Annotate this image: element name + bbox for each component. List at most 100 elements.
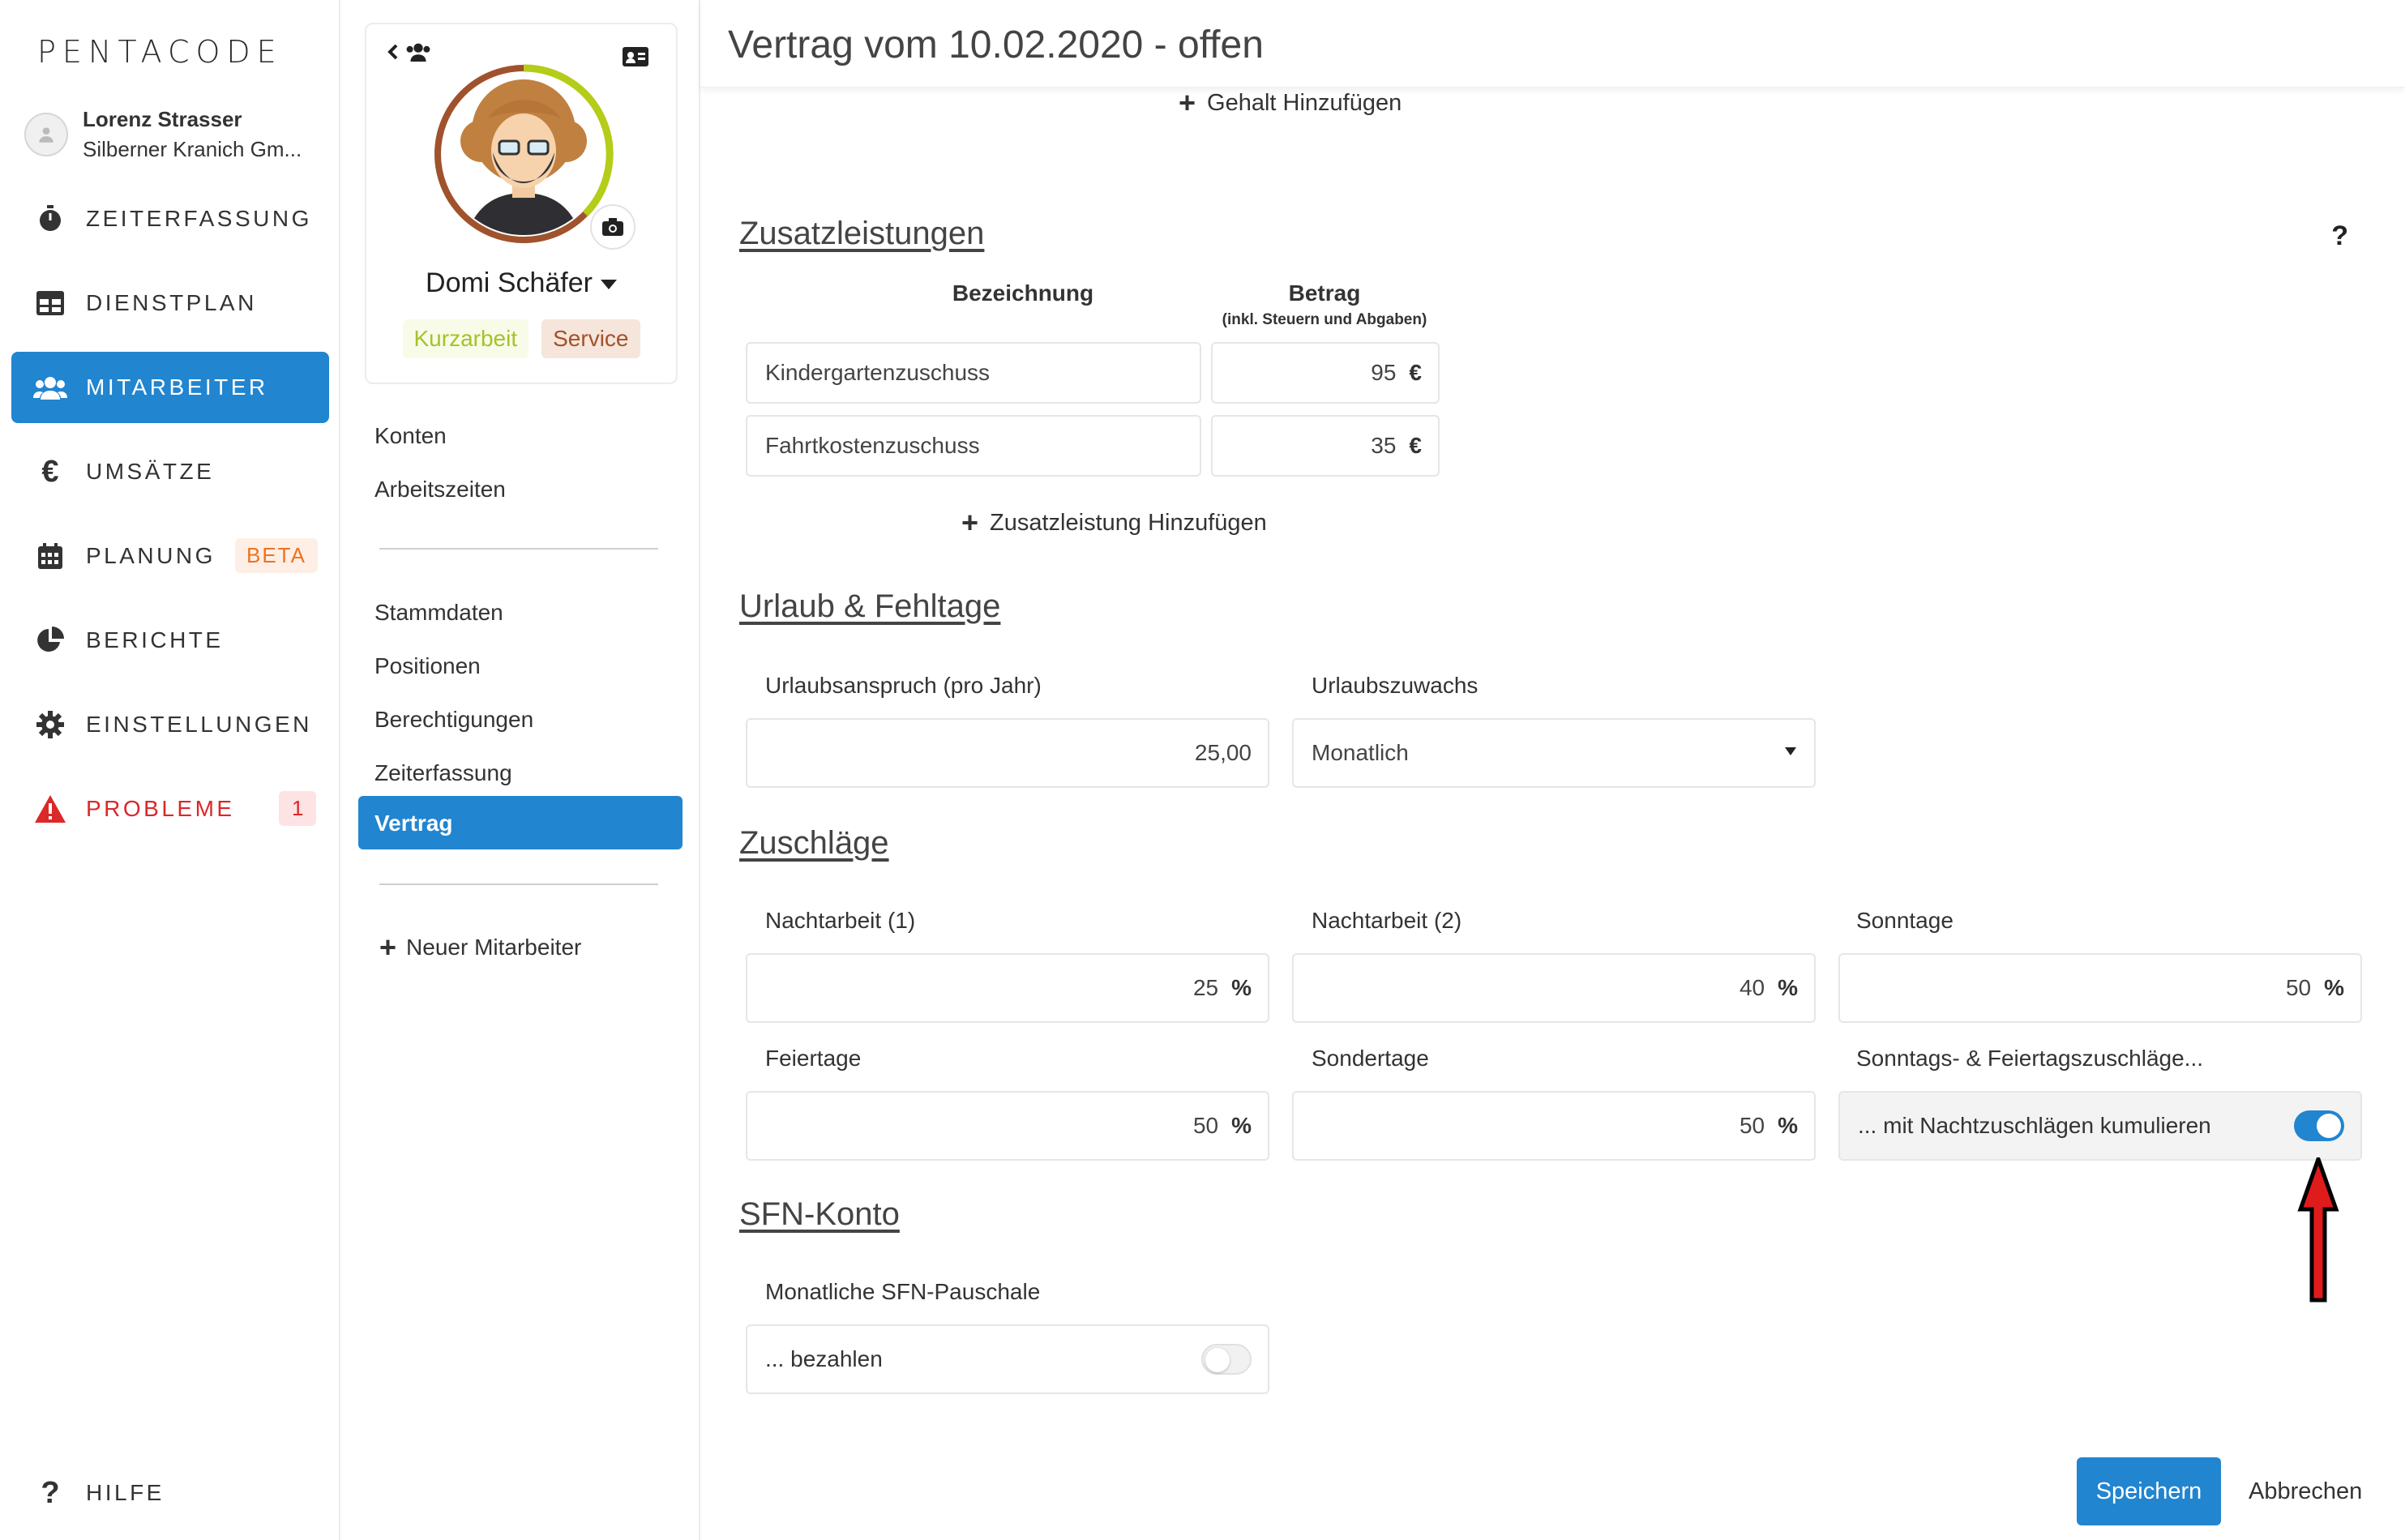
page-title: Vertrag vom 10.02.2020 - offen <box>728 24 1264 66</box>
warning-icon <box>26 795 75 823</box>
calendar-icon <box>26 543 75 569</box>
urlaubsanspruch-label: Urlaubsanspruch (pro Jahr) <box>765 673 1042 698</box>
plus-icon: + <box>379 930 397 964</box>
main-navigation: PENTACODE Lorenz Strasser Silberner Kran… <box>0 0 340 1540</box>
submenu-arbeitszeiten[interactable]: Arbeitszeiten <box>374 477 506 503</box>
new-employee-button[interactable]: + Neuer Mitarbeiter <box>379 930 581 965</box>
nachtarbeit2-label: Nachtarbeit (2) <box>1312 908 1462 933</box>
section-zusatzleistungen: Zusatzleistungen <box>739 216 985 251</box>
nav-label: ZEITERFASSUNG <box>86 206 312 231</box>
urlaubszuwachs-label: Urlaubszuwachs <box>1312 673 1479 698</box>
submenu-positionen[interactable]: Positionen <box>374 653 481 679</box>
submenu-konten[interactable]: Konten <box>374 423 447 449</box>
add-zusatzleistung-button[interactable]: + Zusatzleistung Hinzufügen <box>961 506 1267 540</box>
add-salary-button[interactable]: + Gehalt Hinzufügen <box>1179 86 1401 120</box>
divider <box>379 883 658 885</box>
nav-item-planung[interactable]: PLANUNG BETA <box>11 520 329 592</box>
save-button[interactable]: Speichern <box>2077 1457 2221 1525</box>
nav-item-mitarbeiter[interactable]: MITARBEITER <box>11 352 329 423</box>
employee-name-dropdown[interactable]: Domi Schäfer <box>366 267 676 299</box>
zusatz-amount-input[interactable]: 35 € <box>1211 415 1440 477</box>
percent-unit: % <box>2324 975 2344 1000</box>
users-icon <box>404 42 433 66</box>
header-bar: Vertrag vom 10.02.2020 - offen <box>700 0 2405 88</box>
help-button[interactable]: ? <box>2331 220 2348 252</box>
nav-item-dienstplan[interactable]: DIENSTPLAN <box>11 267 329 339</box>
nav-item-hilfe[interactable]: ? HILFE <box>11 1457 329 1529</box>
sonntage-label: Sonntage <box>1856 908 1954 933</box>
dropdown-arrow-icon <box>1785 747 1796 755</box>
plus-icon: + <box>1179 86 1196 119</box>
pie-chart-icon <box>26 627 75 654</box>
submenu-berechtigungen[interactable]: Berechtigungen <box>374 707 533 733</box>
app-logo[interactable]: PENTACODE <box>37 34 283 70</box>
beta-badge: BETA <box>235 538 318 573</box>
contract-form: + Gehalt Hinzufügen Vertrag vom 10.02.20… <box>700 0 2405 1540</box>
amount-value: 95 <box>1371 360 1397 385</box>
id-card-icon[interactable] <box>623 47 648 71</box>
select-value: Monatlich <box>1312 740 1409 765</box>
nachtarbeit1-input[interactable]: 25 % <box>746 953 1269 1023</box>
section-urlaub: Urlaub & Fehltage <box>739 588 1001 624</box>
add-zusatzleistung-label: Zusatzleistung Hinzufügen <box>990 509 1267 536</box>
current-user[interactable]: Lorenz Strasser Silberner Kranich Gm... <box>24 107 302 162</box>
nav-item-einstellungen[interactable]: EINSTELLUNGEN <box>11 689 329 760</box>
submenu-zeiterfassung[interactable]: Zeiterfassung <box>374 760 512 786</box>
nav-label: PROBLEME <box>86 796 235 821</box>
sfn-pauschale-label: Monatliche SFN-Pauschale <box>765 1279 1041 1304</box>
tag-service: Service <box>541 319 640 358</box>
submenu-stammdaten[interactable]: Stammdaten <box>374 600 503 626</box>
percent-value: 50 <box>1739 1113 1765 1138</box>
kumulieren-text: ... mit Nachtzuschlägen kumulieren <box>1858 1113 2211 1138</box>
column-header-betrag-note: (inkl. Steuern und Abgaben) <box>1222 311 1427 328</box>
percent-value: 25 <box>1192 975 1219 1000</box>
sondertage-input[interactable]: 50 % <box>1292 1091 1816 1161</box>
column-header-bezeichnung: Bezeichnung <box>952 280 1094 306</box>
employee-card: Domi Schäfer Kurzarbeit Service <box>365 23 678 384</box>
feiertage-label: Feiertage <box>765 1046 862 1071</box>
nav-item-umsaetze[interactable]: € UMSÄTZE <box>11 436 329 507</box>
nav-item-berichte[interactable]: BERICHTE <box>11 605 329 676</box>
kumulieren-toggle[interactable] <box>2294 1110 2344 1141</box>
zusatz-name-input[interactable]: Fahrtkostenzuschuss <box>746 415 1201 477</box>
gear-icon <box>26 711 75 738</box>
stopwatch-icon <box>26 205 75 233</box>
feiertage-input[interactable]: 50 % <box>746 1091 1269 1161</box>
nav-item-probleme[interactable]: PROBLEME 1 <box>11 773 329 845</box>
submenu-vertrag[interactable]: Vertrag <box>358 796 683 849</box>
euro-unit: € <box>1409 433 1422 458</box>
urlaubszuwachs-select[interactable]: Monatlich <box>1292 718 1816 788</box>
euro-icon: € <box>41 454 59 489</box>
sonntage-input[interactable]: 50 % <box>1838 953 2362 1023</box>
caret-down-icon <box>600 280 617 290</box>
camera-icon[interactable] <box>590 204 635 250</box>
percent-unit: % <box>1778 1113 1798 1138</box>
employee-tags: Kurzarbeit Service <box>366 319 676 358</box>
user-name: Lorenz Strasser <box>83 107 242 131</box>
zusatz-name-input[interactable]: Kindergartenzuschuss <box>746 342 1201 404</box>
nav-item-zeiterfassung[interactable]: ZEITERFASSUNG <box>11 183 329 255</box>
zusatz-amount-input[interactable]: 95 € <box>1211 342 1440 404</box>
nav-label: PLANUNG <box>86 543 216 568</box>
nav-label: DIENSTPLAN <box>86 290 257 315</box>
kumulieren-toggle-row[interactable]: ... mit Nachtzuschlägen kumulieren <box>1838 1091 2362 1161</box>
nachtarbeit2-input[interactable]: 40 % <box>1292 953 1816 1023</box>
sfn-pauschale-toggle-row[interactable]: ... bezahlen <box>746 1324 1269 1394</box>
section-zuschlaege: Zuschläge <box>739 825 889 861</box>
cancel-button[interactable]: Abbrechen <box>2249 1457 2362 1525</box>
user-company: Silberner Kranich Gm... <box>83 137 302 161</box>
percent-unit: % <box>1778 975 1798 1000</box>
urlaubsanspruch-input[interactable]: 25,00 <box>746 718 1269 788</box>
table-icon <box>26 291 75 315</box>
percent-value: 50 <box>2285 975 2312 1000</box>
sondertage-label: Sondertage <box>1312 1046 1429 1071</box>
nav-label: BERICHTE <box>86 627 224 652</box>
percent-unit: % <box>1231 1113 1252 1138</box>
submenu-label: Vertrag <box>374 811 453 836</box>
question-icon: ? <box>41 1475 60 1510</box>
toggle-knob <box>1205 1348 1230 1372</box>
back-to-list-button[interactable] <box>387 42 433 66</box>
employee-avatar <box>431 62 616 246</box>
sfn-pauschale-toggle[interactable] <box>1201 1344 1252 1375</box>
sfn-pauschale-text: ... bezahlen <box>765 1346 883 1371</box>
